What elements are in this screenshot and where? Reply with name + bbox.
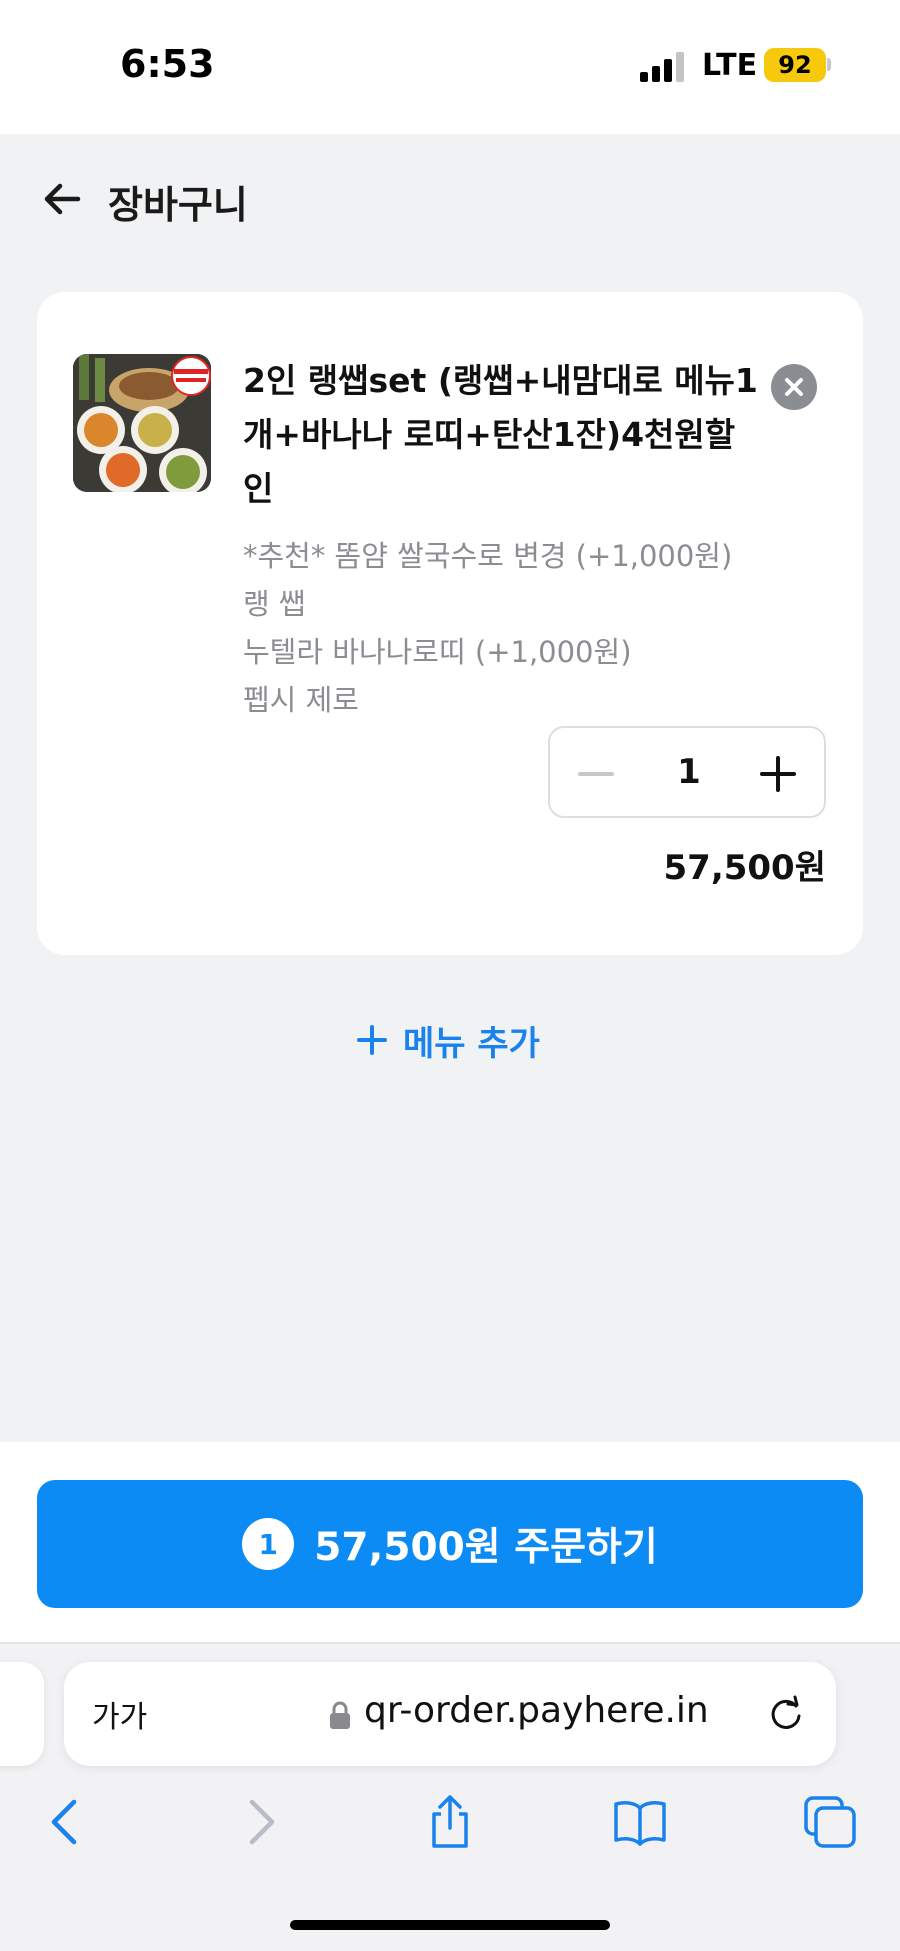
tabs-icon[interactable] xyxy=(802,1794,858,1850)
item-options: *추천* 똠얌 쌀국수로 변경 (+1,000원) 랭 쌥 누텔라 바나나로띠 … xyxy=(243,532,803,724)
quantity-value: 1 xyxy=(677,752,701,792)
reload-icon[interactable] xyxy=(766,1694,806,1734)
battery-indicator: 92 xyxy=(764,48,826,82)
chevron-left-icon[interactable] xyxy=(40,1794,96,1850)
item-thumbnail xyxy=(73,354,211,492)
status-time: 6:53 xyxy=(120,42,215,86)
food-image xyxy=(73,354,211,492)
option-line: 누텔라 바나나로띠 (+1,000원) xyxy=(243,635,632,669)
add-menu-label: 메뉴 추가 xyxy=(403,1023,540,1064)
home-indicator xyxy=(290,1920,610,1930)
quantity-stepper: 1 xyxy=(548,726,826,818)
battery-tip xyxy=(827,58,831,71)
arrow-left-icon[interactable] xyxy=(38,174,88,224)
item-price: 57,500원 xyxy=(663,848,826,888)
order-count-badge: 1 xyxy=(242,1518,295,1570)
header: 장바구니 xyxy=(0,134,900,264)
plus-icon xyxy=(357,1025,387,1055)
browser-chrome: 가가 qr-order.payhere.in xyxy=(0,1644,900,1951)
order-label: 57,500원 주문하기 xyxy=(314,1525,658,1570)
option-line: *추천* 똠얌 쌀국수로 변경 (+1,000원) xyxy=(243,539,733,573)
order-button[interactable]: 1 57,500원 주문하기 xyxy=(37,1480,863,1608)
signal-icon xyxy=(640,52,684,82)
lock-icon xyxy=(330,1701,350,1729)
plus-icon[interactable] xyxy=(750,746,806,802)
option-line: 랭 쌥 xyxy=(243,587,306,621)
network-label: LTE xyxy=(702,48,758,83)
add-menu-button[interactable]: 메뉴 추가 xyxy=(355,1010,540,1070)
remove-item-button[interactable] xyxy=(771,364,817,410)
url-text[interactable]: qr-order.payhere.in xyxy=(364,1690,709,1731)
option-line: 펩시 제로 xyxy=(243,683,359,717)
status-bar: 6:53 LTE 92 xyxy=(0,0,900,134)
address-bar[interactable]: 가가 qr-order.payhere.in xyxy=(64,1662,836,1766)
share-icon[interactable] xyxy=(422,1794,478,1850)
chevron-right-icon[interactable] xyxy=(232,1794,288,1850)
order-bar: 1 57,500원 주문하기 xyxy=(0,1442,900,1644)
book-icon[interactable] xyxy=(612,1794,668,1850)
previous-tab[interactable] xyxy=(0,1662,44,1766)
text-size-button[interactable]: 가가 xyxy=(92,1692,147,1736)
item-name: 2인 랭쌥set (랭쌥+내맘대로 메뉴1개+바나나 로띠+탄산1잔)4천원할인 xyxy=(243,361,758,508)
cart-item-card: 2인 랭쌥set (랭쌥+내맘대로 메뉴1개+바나나 로띠+탄산1잔)4천원할인… xyxy=(37,292,863,955)
close-icon xyxy=(785,378,803,396)
minus-icon[interactable] xyxy=(568,746,624,802)
page-title: 장바구니 xyxy=(108,183,248,227)
